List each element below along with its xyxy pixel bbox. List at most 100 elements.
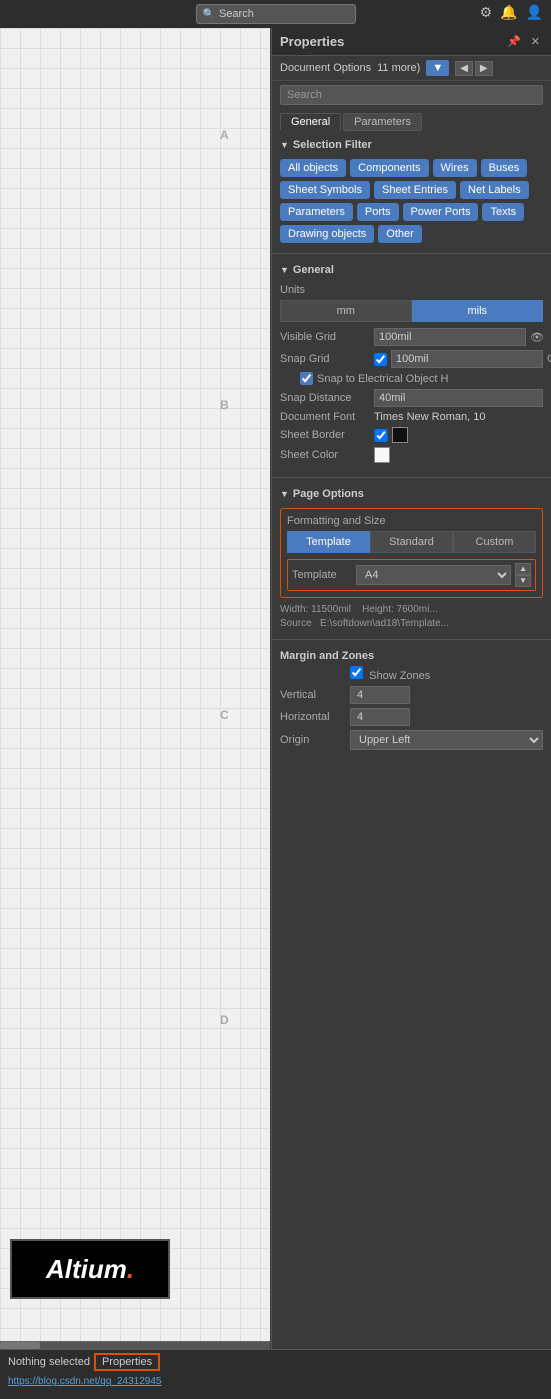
filter-power-ports[interactable]: Power Ports	[403, 203, 479, 221]
divider-1	[272, 253, 551, 254]
canvas-label-c: C	[220, 708, 229, 722]
format-tab-standard[interactable]: Standard	[370, 531, 453, 553]
units-label: Units	[280, 284, 370, 296]
properties-tab[interactable]: Properties	[94, 1353, 160, 1371]
top-bar: 🔍 Search ⚙ 🔔 👤	[0, 0, 551, 28]
filter-sheet-entries[interactable]: Sheet Entries	[374, 181, 456, 199]
unit-mils-btn[interactable]: mils	[412, 300, 544, 322]
snap-grid-label: Snap Grid	[280, 353, 370, 365]
height-value: 7600mi...	[397, 604, 438, 615]
width-value: 11500mil	[311, 604, 351, 615]
horizontal-scrollbar[interactable]	[0, 1341, 270, 1349]
filter-texts[interactable]: Texts	[482, 203, 524, 221]
vertical-label: Vertical	[280, 689, 350, 701]
doc-options-row: Document Options 11 more) ▼ ◀ ▶	[272, 56, 551, 81]
search-bar[interactable]: 🔍 Search	[196, 4, 356, 24]
pin-icon[interactable]: 📌	[504, 34, 524, 49]
page-options-section: Formatting and Size Template Standard Cu…	[272, 504, 551, 633]
snap-electrical-row: Snap to Electrical Object H	[280, 372, 543, 385]
tab-parameters[interactable]: Parameters	[343, 113, 422, 131]
divider-3	[272, 639, 551, 640]
template-row: Template A4 A3 A2 Letter ▲ ▼	[287, 559, 536, 591]
show-zones-text: Show Zones	[369, 670, 430, 682]
template-label: Template	[292, 569, 352, 581]
sheet-border-label: Sheet Border	[280, 429, 370, 441]
panel-search	[272, 81, 551, 109]
doc-font-label: Document Font	[280, 411, 370, 423]
close-icon[interactable]: ✕	[528, 34, 543, 49]
unit-mm-btn[interactable]: mm	[280, 300, 412, 322]
filter-drawing-objects[interactable]: Drawing objects	[280, 225, 374, 243]
status-url[interactable]: https://blog.csdn.net/qq_24312945	[0, 1374, 551, 1389]
status-bar: Nothing selected Properties https://blog…	[0, 1349, 551, 1399]
sheet-border-color[interactable]	[392, 427, 408, 443]
formatting-header: Formatting and Size	[287, 515, 536, 527]
filter-sheet-symbols[interactable]: Sheet Symbols	[280, 181, 370, 199]
visible-grid-icon[interactable]: 👁	[530, 331, 544, 344]
format-tab-template[interactable]: Template	[287, 531, 370, 553]
margin-header: Margin and Zones	[280, 650, 543, 662]
notifications-icon[interactable]: 🔔	[500, 4, 517, 21]
divider-2	[272, 477, 551, 478]
canvas-label-a: A	[220, 128, 229, 142]
snap-electrical-label: Snap to Electrical Object H	[317, 373, 448, 385]
snap-grid-row: Snap Grid G	[280, 350, 543, 368]
sheet-color-swatch[interactable]	[374, 447, 390, 463]
snap-electrical-checkbox[interactable]	[300, 372, 313, 385]
show-zones-checkbox[interactable]	[350, 666, 363, 679]
filter-ports[interactable]: Ports	[357, 203, 399, 221]
copy-icons: ◀ ▶	[455, 61, 492, 76]
settings-icon[interactable]: ⚙	[480, 4, 493, 21]
filter-parameters[interactable]: Parameters	[280, 203, 353, 221]
filter-wires[interactable]: Wires	[433, 159, 477, 177]
vertical-row: Vertical	[280, 686, 543, 704]
source-label: Source	[280, 618, 312, 629]
filter-components[interactable]: Components	[350, 159, 428, 177]
snap-grid-checkbox[interactable]	[374, 353, 387, 366]
filter-button[interactable]: ▼	[426, 60, 449, 76]
filter-all-objects[interactable]: All objects	[280, 159, 346, 177]
snap-grid-key: G	[547, 353, 551, 365]
origin-label: Origin	[280, 734, 350, 746]
filter-other[interactable]: Other	[378, 225, 422, 243]
visible-grid-input[interactable]	[374, 328, 526, 346]
template-up-btn[interactable]: ▲	[515, 563, 531, 575]
panel-search-input[interactable]	[280, 85, 543, 105]
filter-buses[interactable]: Buses	[481, 159, 528, 177]
source-info: Source E:\softdown\ad18\Template...	[280, 618, 543, 629]
selection-filter-label: Selection Filter	[293, 139, 372, 151]
size-info: Width: 11500mil Height: 7600mi...	[280, 604, 543, 615]
canvas-label-d: D	[220, 1013, 229, 1027]
snap-distance-input[interactable]	[374, 389, 543, 407]
user-icon[interactable]: 👤	[526, 4, 543, 21]
vertical-input[interactable]	[350, 686, 410, 704]
altium-dot: .	[127, 1254, 134, 1284]
visible-grid-row: Visible Grid 👁	[280, 328, 543, 346]
nothing-selected-text: Nothing selected	[8, 1356, 90, 1368]
filter-net-labels[interactable]: Net Labels	[460, 181, 529, 199]
visible-grid-label: Visible Grid	[280, 331, 370, 343]
sheet-border-checkbox[interactable]	[374, 429, 388, 442]
source-value: E:\softdown\ad18\Template...	[320, 618, 449, 629]
template-select[interactable]: A4 A3 A2 Letter	[356, 565, 511, 585]
doc-options-more: 11 more)	[377, 62, 420, 74]
properties-panel: Properties 📌 ✕ Document Options 11 more)…	[271, 28, 551, 1349]
template-down-btn[interactable]: ▼	[515, 575, 531, 587]
canvas-label-b: B	[220, 398, 229, 412]
scrollbar-thumb[interactable]	[0, 1342, 40, 1349]
tabs-row: General Parameters	[272, 109, 551, 135]
panel-title: Properties	[280, 34, 344, 49]
show-zones-label: Show Zones	[280, 666, 430, 682]
copy-from-btn[interactable]: ◀	[455, 61, 473, 76]
tab-general[interactable]: General	[280, 113, 341, 131]
horizontal-input[interactable]	[350, 708, 410, 726]
horizontal-row: Horizontal	[280, 708, 543, 726]
panel-header: Properties 📌 ✕	[272, 28, 551, 56]
snap-grid-input[interactable]	[391, 350, 543, 368]
margin-header-label: Margin and Zones	[280, 650, 374, 662]
format-tab-custom[interactable]: Custom	[453, 531, 536, 553]
doc-font-value: Times New Roman, 10	[374, 411, 485, 423]
origin-select[interactable]: Upper Left Lower Left Upper Right Lower …	[350, 730, 543, 750]
copy-to-btn[interactable]: ▶	[475, 61, 493, 76]
width-label: Width:	[280, 604, 308, 615]
